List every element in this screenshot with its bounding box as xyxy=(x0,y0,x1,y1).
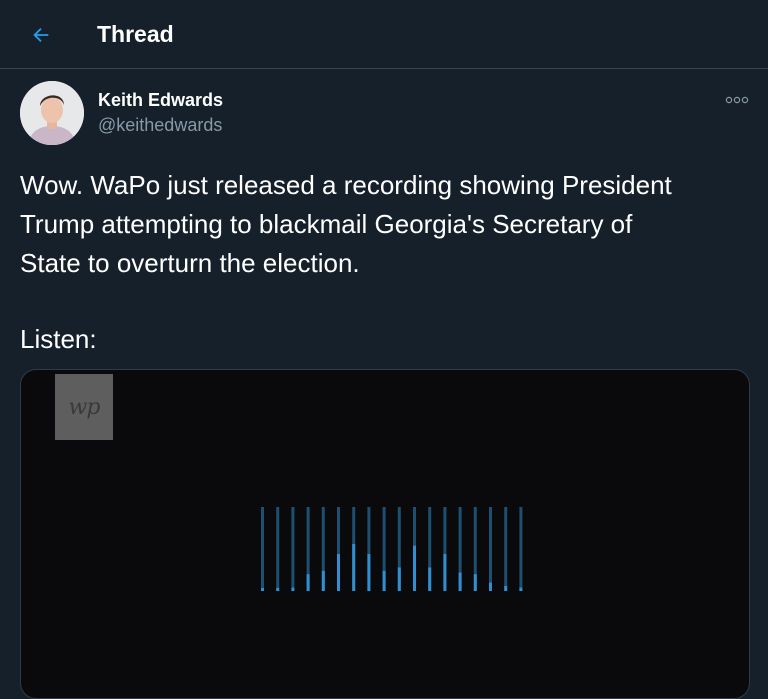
waveform-bar xyxy=(291,587,295,591)
waveform-bar xyxy=(443,554,447,591)
arrow-left-icon xyxy=(33,27,49,43)
audio-waveform xyxy=(261,507,523,591)
tweet-text-line: Wow. WaPo just released a recording show… xyxy=(20,170,672,200)
waveform-track xyxy=(504,507,508,591)
waveform-bar xyxy=(473,574,477,591)
waveform-bar xyxy=(382,570,386,591)
waveform-track xyxy=(291,507,295,591)
avatar[interactable] xyxy=(20,81,84,145)
author-name[interactable]: Keith Edwards xyxy=(98,90,223,111)
waveform-bar xyxy=(489,582,492,591)
tweet-listen-text: Listen: xyxy=(20,324,97,354)
video-player[interactable]: wp xyxy=(20,369,750,699)
waveform-bar xyxy=(519,587,523,591)
waveform-bar xyxy=(261,588,264,591)
waveform-bar xyxy=(428,567,432,591)
waveform-bar xyxy=(352,543,356,591)
waveform-bar xyxy=(276,588,280,591)
waveform-bar xyxy=(337,554,340,591)
more-dots-icon xyxy=(725,96,749,104)
waveform-bar xyxy=(306,574,310,591)
more-button[interactable] xyxy=(722,90,752,110)
waveform-bar xyxy=(367,554,371,591)
waveform-track xyxy=(261,507,264,591)
back-button[interactable] xyxy=(24,18,58,52)
waveform-bar xyxy=(458,572,462,591)
author-handle[interactable]: @keithedwards xyxy=(98,115,222,136)
waveform-track xyxy=(276,507,280,591)
waveform-bar xyxy=(397,567,401,591)
waveform-bar xyxy=(504,585,508,591)
tweet-text-line: Trump attempting to blackmail Georgia's … xyxy=(20,209,633,239)
waveform-track xyxy=(519,507,523,591)
waveform-bar xyxy=(413,545,416,591)
page-title: Thread xyxy=(97,21,174,47)
waveform-bar xyxy=(321,570,325,591)
avatar-image xyxy=(20,81,84,145)
thread-header: Thread xyxy=(0,0,768,69)
tweet-text: Wow. WaPo just released a recording show… xyxy=(20,166,750,283)
waveform-track xyxy=(489,507,492,591)
tweet-text-line: State to overturn the election. xyxy=(20,248,360,278)
